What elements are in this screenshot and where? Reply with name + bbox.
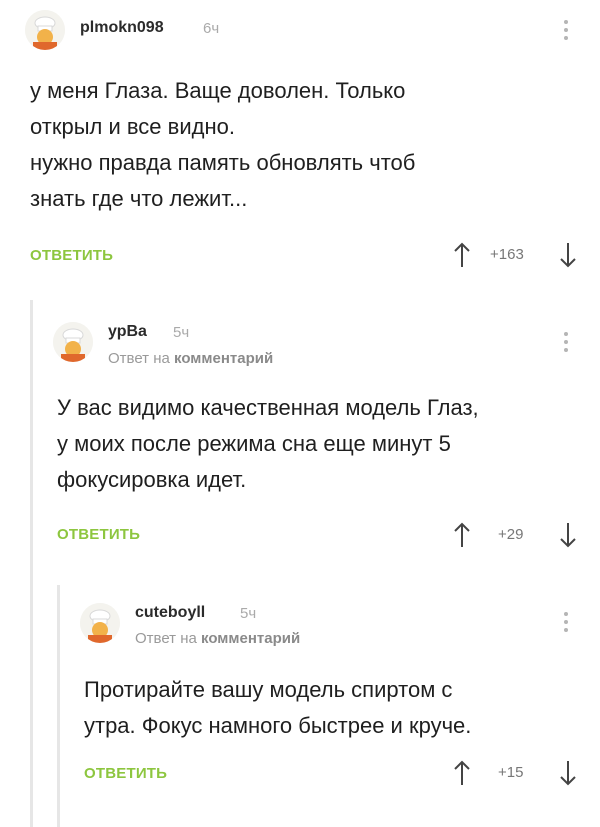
arrow-up-icon[interactable] — [452, 759, 472, 787]
vote-controls: +15 — [452, 759, 582, 787]
more-vertical-icon[interactable] — [563, 612, 569, 636]
default-avatar-chef-icon — [80, 603, 120, 643]
comment-author[interactable]: cuteboyll — [135, 604, 205, 622]
reply-to-link[interactable]: комментарий — [201, 630, 300, 647]
comment-text-line: Протирайте вашу модель спиртом с — [84, 677, 453, 702]
vote-score: +15 — [498, 764, 524, 781]
comment-text: Протирайте вашу модель спиртом с утра. Ф… — [84, 672, 584, 744]
comment: cuteboyll 5ч Ответ на комментарий Протир… — [0, 0, 600, 827]
comment-time: 5ч — [240, 605, 257, 622]
avatar[interactable] — [80, 603, 120, 643]
arrow-down-icon[interactable] — [558, 759, 578, 787]
reply-to-info: Ответ на комментарий — [135, 630, 300, 647]
comment-text-line: утра. Фокус намного быстрее и круче. — [84, 713, 472, 738]
reply-button[interactable]: ОТВЕТИТЬ — [84, 765, 167, 782]
reply-to-prefix: Ответ на — [135, 630, 197, 647]
